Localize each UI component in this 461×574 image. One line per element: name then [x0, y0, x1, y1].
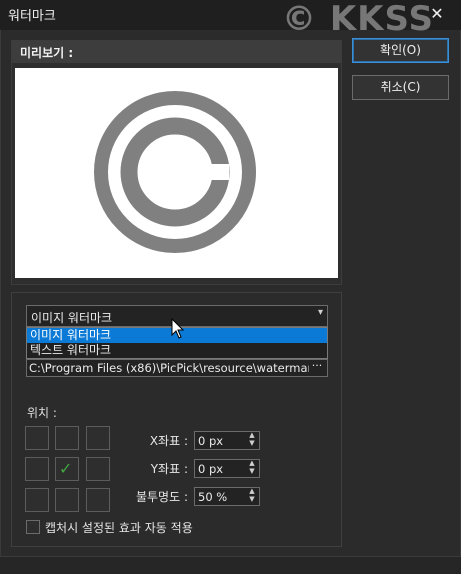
preview-label: 미리보기 : [20, 46, 74, 60]
position-top-center[interactable] [55, 426, 79, 450]
auto-apply-label: 캡처시 설정된 효과 자동 적용 [45, 521, 193, 535]
position-label: 위치 : [27, 406, 57, 420]
bottom-strip [0, 556, 461, 574]
spinner-arrows-icon[interactable]: ▲ ▼ [246, 459, 258, 476]
overlay-watermark: © KKSS [282, 2, 434, 36]
title-bar: 워터마크 © KKSS ✕ [0, 0, 461, 36]
position-bottom-center[interactable] [55, 488, 79, 512]
position-top-left[interactable] [25, 426, 49, 450]
opacity-label: 불투명도 : [135, 490, 188, 504]
position-middle-left[interactable] [25, 457, 49, 481]
opacity-input[interactable]: 50 % ▲ ▼ [194, 487, 260, 506]
x-offset-label: X좌표 : [149, 434, 188, 448]
checkmark-icon: ✓ [59, 459, 73, 478]
cancel-button[interactable]: 취소(C) [352, 75, 449, 100]
preview-canvas [15, 68, 338, 278]
close-icon[interactable]: ✕ [427, 4, 447, 24]
preview-panel: 미리보기 : [11, 40, 342, 285]
x-offset-input[interactable]: 0 px ▲ ▼ [194, 431, 260, 450]
y-offset-label: Y좌표 : [150, 462, 188, 476]
opacity-value: 50 % [198, 490, 228, 504]
mouse-cursor-icon [171, 318, 185, 339]
image-path-field[interactable]: C:\Program Files (x86)\PicPick\resource\… [26, 359, 328, 377]
option-text-watermark[interactable]: 텍스트 워터마크 [27, 343, 327, 358]
position-bottom-left[interactable] [25, 488, 49, 512]
spinner-arrows-icon[interactable]: ▲ ▼ [246, 431, 258, 448]
auto-apply-checkbox[interactable] [26, 520, 40, 534]
watermark-type-value: 이미지 워터마크 [31, 311, 113, 325]
copyright-icon [94, 91, 256, 253]
chevron-down-icon: ▾ [317, 307, 323, 318]
y-offset-input[interactable]: 0 px ▲ ▼ [194, 459, 260, 478]
y-offset-value: 0 px [198, 462, 224, 476]
browse-button[interactable]: ··· [309, 359, 325, 375]
ok-button[interactable]: 확인(O) [352, 38, 449, 63]
image-path-value: C:\Program Files (x86)\PicPick\resource\… [29, 361, 309, 375]
position-center[interactable]: ✓ [55, 457, 79, 481]
window-title: 워터마크 [8, 9, 56, 24]
spinner-arrows-icon[interactable]: ▲ ▼ [246, 487, 258, 504]
preview-header: 미리보기 : [12, 41, 341, 63]
x-offset-value: 0 px [198, 434, 224, 448]
